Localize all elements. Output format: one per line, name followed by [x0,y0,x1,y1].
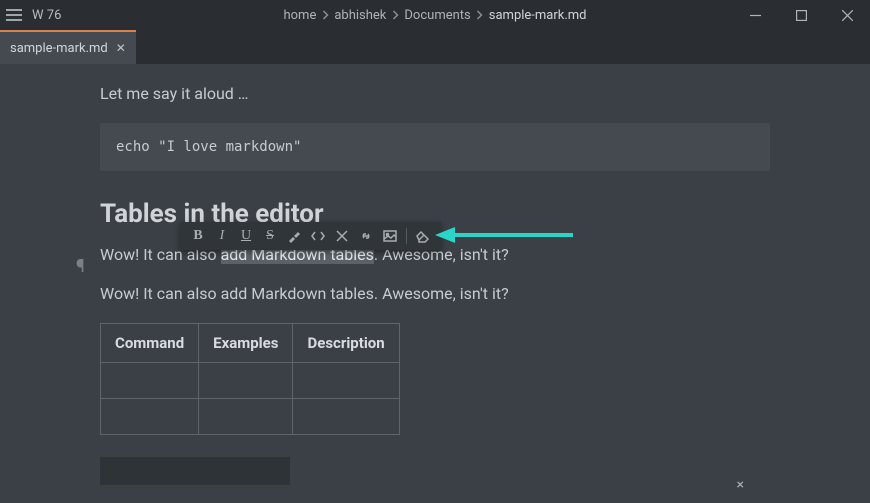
table-header: Command [101,324,199,363]
editor-content[interactable]: Let me say it aloud … echo "I love markd… [0,64,870,503]
maximize-button[interactable] [778,0,824,30]
minimize-button[interactable] [732,0,778,30]
clear-format-button[interactable] [330,224,354,248]
image-button[interactable] [378,224,402,248]
paragraph: Let me say it aloud … [100,84,770,103]
close-icon[interactable]: ✕ [116,41,126,55]
erase-button[interactable] [411,224,435,248]
close-button[interactable] [824,0,870,30]
window-controls [732,0,870,30]
annotation-arrow [435,225,575,249]
word-count: W 76 [32,8,61,23]
bold-button[interactable]: B [186,224,210,248]
underline-button[interactable]: U [234,224,258,248]
partial-element [100,457,290,485]
breadcrumb-segment[interactable]: abhishek [334,8,386,23]
dismiss-icon[interactable]: × [737,477,744,493]
breadcrumb: home abhishek Documents sample-mark.md [283,8,586,23]
paragraph: Wow! It can also add Markdown tables. Aw… [100,284,770,303]
table-header: Description [293,324,399,363]
separator [406,228,407,244]
tab-sample-mark[interactable]: sample-mark.md ✕ [0,30,136,64]
table-row [101,399,400,435]
code-block: echo "I love markdown" [100,123,770,171]
menu-icon[interactable] [0,7,28,23]
breadcrumb-segment[interactable]: sample-mark.md [489,8,587,23]
code-button[interactable] [306,224,330,248]
breadcrumb-segment[interactable]: Documents [404,8,470,23]
italic-button[interactable]: I [210,224,234,248]
link-button[interactable] [354,224,378,248]
table-header: Examples [199,324,293,363]
strike-button[interactable]: S [258,224,282,248]
highlight-button[interactable] [282,224,306,248]
breadcrumb-segment[interactable]: home [283,8,316,23]
markdown-table: Command Examples Description [100,323,400,435]
tab-label: sample-mark.md [10,41,108,56]
tabstrip: sample-mark.md ✕ [0,30,870,64]
format-toolbar: B I U S [180,222,441,250]
pilcrow-icon: ¶ [76,256,85,277]
titlebar: W 76 home abhishek Documents sample-mark… [0,0,870,30]
table-row [101,363,400,399]
